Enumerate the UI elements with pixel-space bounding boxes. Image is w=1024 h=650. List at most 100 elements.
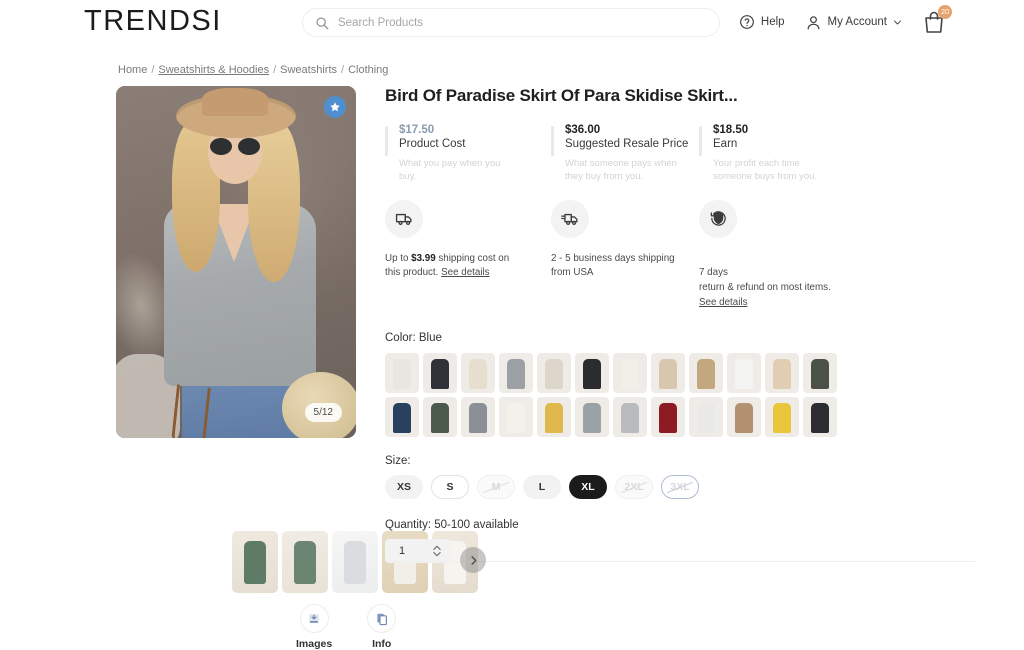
earn-note: Your profit each time someone buys from … [713,158,818,182]
price-block-product-cost: $17.50 Product Cost What you pay when yo… [385,124,551,184]
cart-button[interactable]: 20 [922,5,952,35]
shield-return-icon [710,211,726,226]
breadcrumb-separator: / [273,64,277,76]
returns-column: 7 days return & refund on most items. Se… [699,199,865,311]
stepper-up-down-icon[interactable] [432,544,442,558]
thumbnail-item[interactable] [332,531,378,593]
size-options: XS S M L XL 2XL 3XL [385,475,975,500]
breadcrumb-item-sweatshirts[interactable]: Sweatshirts [280,64,337,76]
help-button[interactable]: Help [739,14,785,30]
search-icon [316,16,329,29]
returns-text-pre: 7 days return & refund on most items. [699,267,831,293]
color-swatch[interactable] [385,397,419,438]
color-swatch[interactable] [689,353,723,394]
download-images-circle [299,604,329,633]
question-circle-icon [739,15,754,29]
chevron-right-icon [470,555,476,565]
color-swatch[interactable] [803,353,837,394]
color-swatch[interactable] [651,353,685,394]
breadcrumb-item-home[interactable]: Home [118,64,147,76]
breadcrumb-item-sweatshirts-hoodies[interactable]: Sweatshirts & Hoodies [158,64,269,76]
size-option-m: M [477,475,515,500]
image-counter: 5/12 [304,403,342,422]
shipping-cost-text: Up to $3.99 shipping cost on this produc… [385,252,525,281]
color-swatch[interactable] [575,397,609,438]
color-swatch[interactable] [537,397,571,438]
color-swatch[interactable] [461,397,495,438]
cart-badge: 20 [938,5,952,19]
image-bag-strap [171,384,211,438]
fast-truck-icon [560,213,578,226]
product-cost-label: Product Cost [399,138,466,150]
size-option-l[interactable]: L [523,475,561,500]
truck-icon [395,213,412,226]
copy-info-circle [367,604,397,633]
star-icon [330,102,340,112]
returns-text: 7 days return & refund on most items. Se… [699,252,839,311]
favorite-button[interactable] [324,96,346,118]
my-account-label: My Account [827,16,887,28]
brand-logo[interactable]: TRENDSI [84,5,222,38]
copy-info-icon [377,613,387,625]
breadcrumb: Home / Sweatshirts & Hoodies / Sweatshir… [118,64,388,76]
shipping-see-details-link[interactable]: See details [441,267,489,278]
site-header: TRENDSI Help My Account [0,0,1024,46]
color-swatch[interactable] [499,397,533,438]
thumbnail-item[interactable] [282,531,328,593]
resale-price-value: $36.00 [565,124,601,136]
breadcrumb-separator: / [341,64,345,76]
chevron-down-icon [894,20,901,24]
search-input[interactable] [338,16,707,29]
size-option-xs[interactable]: XS [385,475,423,500]
header-actions: Help My Account 20 [739,5,952,35]
delivery-time-text: 2 - 5 business days shipping from USA [551,252,675,279]
resale-price-label: Suggested Resale Price [565,138,689,150]
help-label: Help [760,16,785,28]
color-swatch[interactable] [575,353,609,394]
color-swatch[interactable] [537,353,571,394]
resale-price-note: What someone pays when they buy from you… [565,158,677,182]
returns-see-details-link[interactable]: See details [699,297,747,308]
color-swatch[interactable] [727,397,761,438]
color-swatch[interactable] [461,353,495,394]
size-label: Size: [385,455,411,468]
quantity-stepper[interactable]: 1 [385,539,451,564]
user-icon [807,15,819,30]
product-detail-panel: Bird Of Paradise Skirt Of Para Skidise S… [385,86,975,564]
download-images-label: Images [296,638,333,650]
color-swatch[interactable] [803,397,837,438]
color-swatch[interactable] [727,353,761,394]
color-swatch[interactable] [423,397,457,438]
thumbnail-item[interactable] [232,531,278,593]
copy-info-button[interactable]: Info [367,604,397,650]
price-summary: $17.50 Product Cost What you pay when yo… [385,124,975,184]
color-swatch[interactable] [613,353,647,394]
color-swatch[interactable] [613,397,647,438]
truck-icon-circle [385,199,423,238]
earn-value: $18.50 [713,124,749,136]
size-option-3xl: 3XL [661,475,699,500]
color-swatch[interactable] [651,397,685,438]
color-swatch[interactable] [689,397,723,438]
image-hat-crown [202,88,268,116]
size-option-xl[interactable]: XL [569,475,607,500]
thumbnail-next-button[interactable] [460,547,486,573]
my-account-menu[interactable]: My Account [805,14,902,31]
fast-truck-icon-circle [551,199,589,238]
search-bar[interactable] [302,8,720,37]
color-swatch[interactable] [499,353,533,394]
earn-label: Earn [713,138,738,150]
color-swatch[interactable] [765,397,799,438]
shipping-cost-column: Up to $3.99 shipping cost on this produc… [385,199,551,311]
color-swatch[interactable] [765,353,799,394]
shipping-info-row: Up to $3.99 shipping cost on this produc… [385,199,975,311]
price-block-resale-price: $36.00 Suggested Resale Price What someo… [551,124,699,184]
copy-info-label: Info [372,638,392,650]
size-option-s[interactable]: S [431,475,469,500]
color-swatch[interactable] [385,353,419,394]
color-swatch[interactable] [423,353,457,394]
main-product-image[interactable]: 5/12 [116,86,356,438]
shipping-cost-pre: Up to [385,252,412,264]
breadcrumb-item-clothing[interactable]: Clothing [348,64,388,76]
download-images-button[interactable]: Images [296,604,332,650]
